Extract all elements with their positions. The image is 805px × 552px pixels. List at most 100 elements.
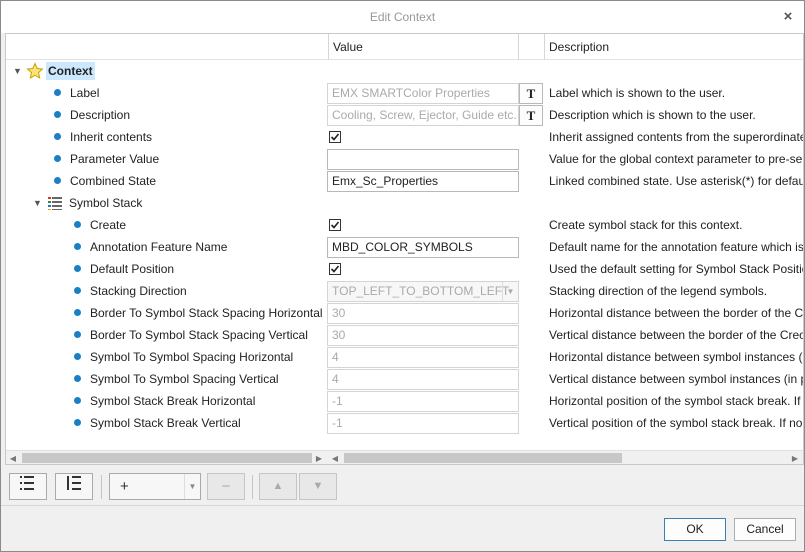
property-row[interactable]: Create Create symbol stack for this conte…: [6, 214, 803, 236]
bullet-icon: [54, 89, 61, 96]
remove-button[interactable]: −: [207, 473, 245, 500]
add-dropdown-button[interactable]: + ▼: [109, 473, 201, 500]
property-value-field[interactable]: 30: [327, 303, 519, 324]
bullet-icon: [74, 375, 81, 382]
ok-button[interactable]: OK: [664, 518, 726, 541]
property-checkbox[interactable]: [329, 263, 341, 275]
property-row[interactable]: Border To Symbol Stack Spacing Horizonta…: [6, 302, 803, 324]
move-down-button[interactable]: ▼: [299, 473, 337, 500]
property-description: Label which is shown to the user.: [549, 86, 726, 100]
property-label: Symbol Stack Break Horizontal: [90, 394, 256, 408]
chevron-down-icon[interactable]: ▼: [502, 282, 518, 301]
property-grid: Value Description ▼ Context Label EMX SMA…: [5, 33, 804, 465]
property-row[interactable]: Combined State Emx_Sc_Properties Linked co…: [6, 170, 803, 192]
bullet-icon: [74, 265, 81, 272]
scroll-left-icon[interactable]: ◀: [6, 451, 20, 464]
grid-header: Value Description: [6, 34, 803, 60]
property-label: Symbol To Symbol Spacing Horizontal: [90, 350, 294, 364]
collapse-toggle-icon[interactable]: ▼: [33, 198, 43, 208]
property-value-field[interactable]: Cooling, Screw, Ejector, Guide etc.: [327, 105, 519, 126]
property-value-field[interactable]: 4: [327, 347, 519, 368]
expand-all-icon: [18, 476, 38, 496]
tree-row-context[interactable]: ▼ Context: [6, 60, 803, 82]
bullet-icon: [74, 353, 81, 360]
scroll-right-icon[interactable]: ▶: [312, 451, 326, 464]
property-row[interactable]: Symbol To Symbol Spacing Horizontal 4 Hori…: [6, 346, 803, 368]
property-value-field[interactable]: [327, 149, 519, 170]
property-value-field[interactable]: Emx_Sc_Properties: [327, 171, 519, 192]
chevron-down-icon[interactable]: ▼: [184, 474, 200, 499]
property-row[interactable]: Symbol Stack Break Vertical -1 Vertical po…: [6, 412, 803, 434]
property-description: Default name for the annotation feature …: [549, 240, 804, 254]
property-description: Inherit assigned contents from the super…: [549, 130, 804, 144]
scroll-right-icon[interactable]: ▶: [788, 451, 802, 464]
property-row[interactable]: Symbol Stack Break Horizontal -1 Horizonta…: [6, 390, 803, 412]
property-row[interactable]: Default Position Used the default setting…: [6, 258, 803, 280]
add-icon: +: [120, 478, 129, 495]
column-header-description[interactable]: Description: [544, 34, 803, 60]
property-row[interactable]: Label EMX SMARTColor Properties T Label whi…: [6, 82, 803, 104]
translate-button[interactable]: T: [519, 83, 543, 104]
star-icon: [26, 62, 44, 83]
property-checkbox[interactable]: [329, 131, 341, 143]
property-combobox[interactable]: TOP_LEFT_TO_BOTTOM_LEFT ▼: [327, 281, 519, 302]
list-icon: [47, 195, 63, 214]
collapse-all-button[interactable]: [55, 473, 93, 500]
property-value-field[interactable]: -1: [327, 413, 519, 434]
minus-icon: −: [221, 478, 231, 495]
property-label: Inherit contents: [70, 130, 153, 144]
bullet-icon: [74, 419, 81, 426]
translate-button[interactable]: T: [519, 105, 543, 126]
property-value-field[interactable]: MBD_COLOR_SYMBOLS: [327, 237, 519, 258]
combobox-value: TOP_LEFT_TO_BOTTOM_LEFT: [332, 284, 510, 298]
bullet-icon: [54, 111, 61, 118]
arrow-up-icon: ▲: [272, 480, 284, 492]
bullet-icon: [54, 177, 61, 184]
bullet-icon: [74, 331, 81, 338]
tree-row-symbol-stack[interactable]: ▼ Symbol Stack: [6, 192, 803, 214]
property-checkbox[interactable]: [329, 219, 341, 231]
collapse-toggle-icon[interactable]: ▼: [13, 66, 23, 76]
property-row[interactable]: Border To Symbol Stack Spacing Vertical 3…: [6, 324, 803, 346]
scroll-thumb-right[interactable]: [344, 453, 622, 463]
property-row[interactable]: Inherit contents Inherit assigned content…: [6, 126, 803, 148]
arrow-down-icon: ▼: [312, 480, 324, 492]
property-description: Description which is shown to the user.: [549, 108, 756, 122]
property-value-field[interactable]: EMX SMARTColor Properties: [327, 83, 519, 104]
expand-all-button[interactable]: [9, 473, 47, 500]
property-label: Border To Symbol Stack Spacing Vertical: [90, 328, 308, 342]
property-row[interactable]: Description Cooling, Screw, Ejector, Guid…: [6, 104, 803, 126]
property-description: Horizontal position of the symbol stack …: [549, 394, 801, 408]
property-label: Label: [70, 86, 100, 100]
property-row[interactable]: Parameter Value Value for the global cont…: [6, 148, 803, 170]
move-up-button[interactable]: ▲: [259, 473, 297, 500]
property-label: Default Position: [90, 262, 175, 276]
property-row[interactable]: Annotation Feature Name MBD_COLOR_SYMBOLS…: [6, 236, 803, 258]
bullet-icon: [74, 397, 81, 404]
property-description: Linked combined state. Use asterisk(*) f…: [549, 174, 804, 188]
scroll-left-icon[interactable]: ◀: [328, 451, 342, 464]
symbol-stack-label: Symbol Stack: [69, 196, 143, 210]
bullet-icon: [74, 287, 81, 294]
property-row[interactable]: Symbol To Symbol Spacing Vertical 4 Vertic…: [6, 368, 803, 390]
property-label: Description: [70, 108, 131, 122]
bullet-icon: [74, 243, 81, 250]
cancel-button[interactable]: Cancel: [734, 518, 796, 541]
horizontal-scrollbar[interactable]: ◀ ▶ ◀ ▶: [6, 450, 803, 464]
bullet-icon: [54, 133, 61, 140]
toolbar-separator: [101, 475, 102, 499]
context-label: Context: [46, 62, 95, 80]
edit-context-dialog: Edit Context × Value Description ▼ Conte…: [0, 0, 805, 552]
tree-toolbar: + ▼ − ▲ ▼: [5, 471, 345, 503]
property-value-field[interactable]: 4: [327, 369, 519, 390]
property-row[interactable]: Stacking Direction TOP_LEFT_TO_BOTTOM_LEF…: [6, 280, 803, 302]
column-header-value[interactable]: Value: [328, 34, 518, 60]
property-description: Horizontal distance between the border o…: [549, 306, 804, 320]
property-description: Create symbol stack for this context.: [549, 218, 743, 232]
property-value-field[interactable]: 30: [327, 325, 519, 346]
close-icon[interactable]: ×: [778, 7, 798, 27]
property-value-field[interactable]: -1: [327, 391, 519, 412]
property-description: Vertical distance between the border of …: [549, 328, 804, 342]
property-label: Border To Symbol Stack Spacing Horizonta…: [90, 306, 323, 320]
scroll-thumb-left[interactable]: [22, 453, 312, 463]
